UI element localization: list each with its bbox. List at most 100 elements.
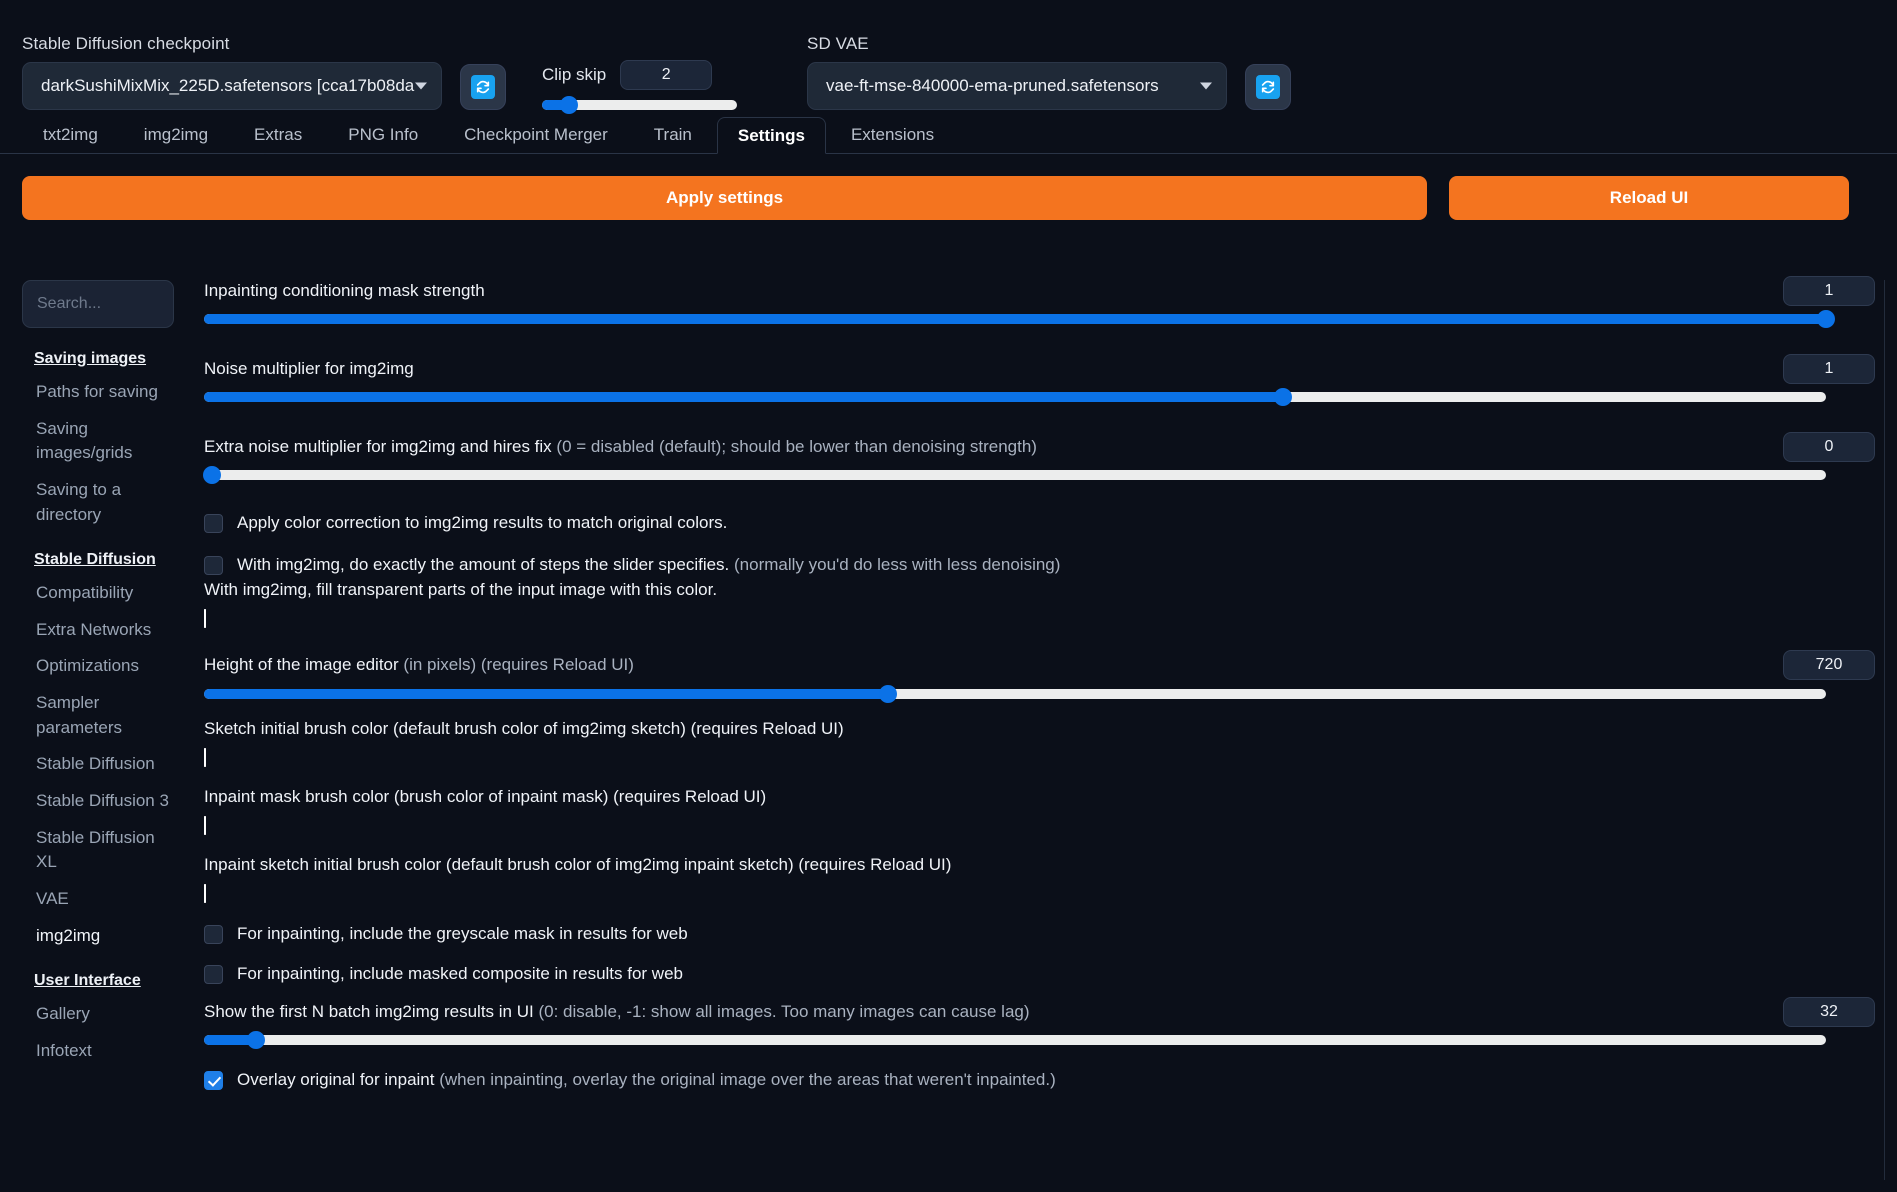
setting-label: Inpaint sketch initial brush color (defa…: [204, 855, 1875, 875]
checkbox-include-masked-composite[interactable]: [204, 964, 223, 984]
checkbox-exact-steps[interactable]: [204, 556, 223, 576]
nav-heading-user-interface[interactable]: User Interface: [34, 972, 178, 990]
slider-thumb[interactable]: [246, 1030, 265, 1049]
sidebar-item-sampler-parameters[interactable]: Sampler parameters: [22, 685, 178, 746]
sidebar-item-optimizations[interactable]: Optimizations: [22, 648, 178, 685]
setting-label: Show the first N batch img2img results i…: [204, 1001, 1875, 1023]
checkbox-overlay-original-for-inpaint[interactable]: [204, 1070, 223, 1090]
checkbox-label: For inpainting, include masked composite…: [237, 963, 683, 985]
checkbox-label: For inpainting, include the greyscale ma…: [237, 923, 688, 945]
checkbox-apply-color-correction[interactable]: [204, 514, 223, 534]
tab-settings[interactable]: Settings: [716, 117, 826, 154]
tab-txt2img[interactable]: txt2img: [22, 116, 119, 153]
setting-include-greyscale-mask[interactable]: For inpainting, include the greyscale ma…: [204, 923, 1875, 945]
setting-label-text: Show the first N batch img2img results i…: [204, 1001, 539, 1021]
setting-include-masked-composite[interactable]: For inpainting, include masked composite…: [204, 963, 1875, 985]
setting-sketch-initial-brush-color: Sketch initial brush color (default brus…: [204, 719, 1875, 767]
checkbox-label: Overlay original for inpaint (when inpai…: [237, 1069, 1056, 1091]
setting-label-hint: (default brush color of img2img inpaint …: [445, 854, 952, 874]
checkpoint-label: Stable Diffusion checkpoint: [22, 34, 230, 53]
setting-label: Extra noise multiplier for img2img and h…: [204, 436, 1875, 458]
tab-extensions[interactable]: Extensions: [830, 116, 955, 153]
setting-slider[interactable]: [203, 466, 1826, 485]
sidebar-item-infotext[interactable]: Infotext: [22, 1033, 178, 1070]
slider-thumb[interactable]: [1273, 388, 1292, 407]
sidebar-item-saving-to-a-directory[interactable]: Saving to a directory: [22, 472, 178, 533]
setting-value-input[interactable]: 32: [1783, 996, 1875, 1027]
refresh-checkpoint-button[interactable]: [460, 64, 506, 110]
setting-extra-noise-multiplier: Extra noise multiplier for img2img and h…: [203, 432, 1875, 485]
sidebar-item-stable-diffusion-3[interactable]: Stable Diffusion 3: [22, 783, 178, 820]
vae-field: SD VAE vae-ft-mse-840000-ema-pruned.safe…: [807, 34, 1227, 110]
sidebar-item-saving-images-grids[interactable]: Saving images/grids: [22, 411, 178, 472]
setting-label: With img2img, fill transparent parts of …: [204, 580, 1875, 600]
setting-label-hint: (in pixels) (requires Reload UI): [403, 655, 634, 675]
setting-label-text: Inpaint mask brush color: [204, 786, 394, 806]
setting-exact-steps[interactable]: With img2img, do exactly the amount of s…: [204, 554, 1875, 576]
color-swatch-sketch-brush[interactable]: [204, 747, 206, 767]
slider-thumb[interactable]: [879, 684, 898, 703]
setting-value-input[interactable]: 0: [1783, 432, 1875, 463]
checkbox-include-greyscale-mask[interactable]: [204, 924, 223, 944]
tab-extras[interactable]: Extras: [233, 116, 323, 153]
setting-label-hint: (0: disable, -1: show all images. Too ma…: [538, 1001, 1030, 1021]
setting-value-input[interactable]: 1: [1783, 354, 1875, 385]
setting-value-input[interactable]: 720: [1783, 650, 1875, 681]
color-swatch-inpaint-mask-brush[interactable]: [204, 815, 206, 835]
setting-slider[interactable]: [204, 1030, 1826, 1049]
setting-label: Inpainting conditioning mask strength: [204, 280, 1875, 302]
vae-dropdown[interactable]: vae-ft-mse-840000-ema-pruned.safetensors: [807, 62, 1227, 110]
settings-action-bar: Apply settings Reload UI: [0, 154, 1897, 220]
setting-slider[interactable]: [204, 310, 1835, 329]
top-bar: Stable Diffusion checkpoint darkSushiMix…: [0, 0, 1897, 114]
clip-skip-value[interactable]: 2: [620, 60, 713, 90]
sidebar-item-paths-for-saving[interactable]: Paths for saving: [22, 374, 178, 411]
main-tabs: txt2img img2img Extras PNG Info Checkpoi…: [0, 110, 1897, 154]
setting-label: Noise multiplier for img2img: [204, 358, 1875, 380]
color-swatch-fill-transparent[interactable]: [204, 609, 206, 629]
setting-apply-color-correction[interactable]: Apply color correction to img2img result…: [204, 512, 1875, 534]
setting-height-of-the-image-editor: Height of the image editor (in pixels) (…: [204, 650, 1875, 703]
sidebar-item-stable-diffusion[interactable]: Stable Diffusion: [22, 746, 178, 783]
setting-slider[interactable]: [204, 388, 1826, 407]
sidebar-item-extra-networks[interactable]: Extra Networks: [22, 612, 178, 649]
search-input[interactable]: [22, 280, 174, 328]
checkbox-label-text: Apply color correction to img2img result…: [237, 513, 728, 533]
apply-settings-button[interactable]: Apply settings: [22, 176, 1427, 220]
sidebar-item-img2img[interactable]: img2img: [22, 918, 178, 955]
tab-png-info[interactable]: PNG Info: [327, 116, 439, 153]
setting-value-input[interactable]: 1: [1783, 276, 1875, 306]
clip-skip-label: Clip skip: [542, 65, 607, 84]
setting-label: Height of the image editor (in pixels) (…: [204, 654, 1875, 676]
setting-label-hint: (0 = disabled (default); should be lower…: [556, 437, 1037, 457]
nav-heading-saving-images[interactable]: Saving images: [34, 350, 178, 368]
color-swatch-inpaint-sketch-brush[interactable]: [204, 883, 206, 903]
slider-thumb[interactable]: [1817, 310, 1835, 329]
sidebar-item-stable-diffusion-xl[interactable]: Stable Diffusion XL: [22, 820, 178, 881]
clip-skip-slider[interactable]: [542, 96, 737, 114]
setting-overlay-original-for-inpaint[interactable]: Overlay original for inpaint (when inpai…: [204, 1069, 1875, 1091]
setting-label-text: Inpainting conditioning mask strength: [204, 281, 485, 300]
reload-ui-button[interactable]: Reload UI: [1449, 176, 1849, 220]
setting-label: Sketch initial brush color (default brus…: [204, 719, 1875, 739]
checkpoint-dropdown[interactable]: darkSushiMixMix_225D.safetensors [cca17b…: [22, 62, 442, 110]
setting-label-text: With img2img, fill transparent parts of …: [204, 580, 718, 600]
clip-skip-slider-thumb[interactable]: [560, 96, 579, 114]
setting-label-hint: (default brush color of img2img sketch) …: [392, 718, 844, 738]
nav-heading-stable-diffusion[interactable]: Stable Diffusion: [34, 551, 178, 569]
refresh-vae-button[interactable]: [1245, 64, 1291, 110]
checkbox-label-text: For inpainting, include the greyscale ma…: [237, 923, 688, 943]
tab-train[interactable]: Train: [633, 116, 713, 153]
settings-panel: Inpainting conditioning mask strength 1 …: [194, 276, 1885, 1180]
checkbox-label-text: Overlay original for inpaint: [237, 1069, 440, 1089]
sidebar-item-gallery[interactable]: Gallery: [22, 996, 178, 1033]
setting-slider[interactable]: [204, 684, 1826, 703]
setting-label-text: Noise multiplier for img2img: [204, 359, 414, 379]
slider-thumb[interactable]: [203, 466, 222, 485]
sidebar-item-compatibility[interactable]: Compatibility: [22, 575, 178, 612]
tab-img2img[interactable]: img2img: [123, 116, 229, 153]
sidebar-item-vae[interactable]: VAE: [22, 881, 178, 918]
setting-inpainting-conditioning-mask-strength: Inpainting conditioning mask strength 1: [204, 276, 1875, 329]
checkbox-label-text: For inpainting, include masked composite…: [237, 963, 683, 983]
tab-checkpoint-merger[interactable]: Checkpoint Merger: [443, 116, 629, 153]
